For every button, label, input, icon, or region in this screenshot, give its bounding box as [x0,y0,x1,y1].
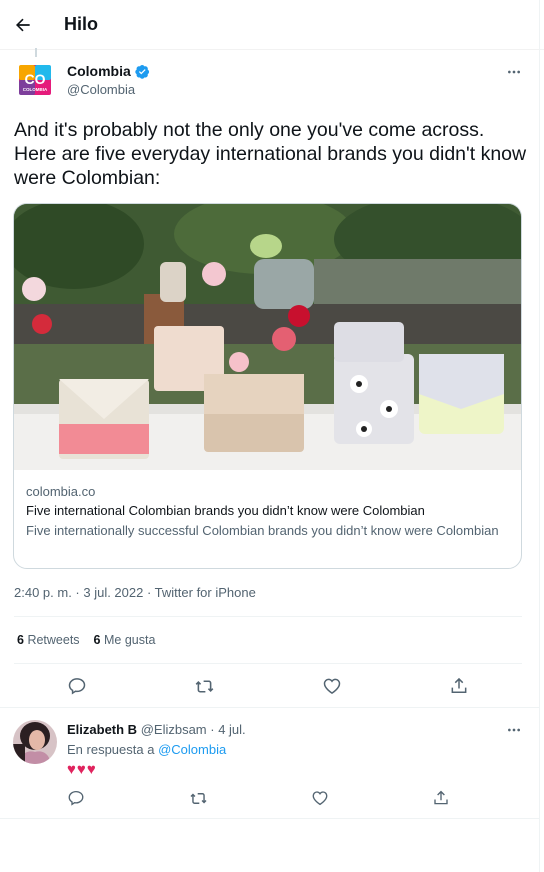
tweet-stats: 6 Retweets 6 Me gusta [17,633,155,647]
page-title: Hilo [64,14,98,34]
in-reply-to-link[interactable]: @Colombia [158,742,226,757]
reply-icon [68,790,84,806]
author-name[interactable]: Colombia [67,63,150,79]
thread-connector [35,48,37,57]
reply-author-name[interactable]: Elizabeth B [67,722,137,737]
verified-badge-icon [135,64,149,79]
avatar[interactable]: CO COLOMBIA [15,60,55,100]
reply-icon [68,678,86,695]
retweet-icon [195,679,213,693]
back-arrow-icon [16,18,30,32]
svg-text:COLOMBIA: COLOMBIA [23,87,48,92]
like-button[interactable] [320,674,344,698]
retweets-stat[interactable]: 6 Retweets [17,633,80,647]
tweet-more-button[interactable] [504,62,524,82]
divider [0,707,540,708]
share-icon [434,790,448,805]
more-icon [508,728,520,732]
reply-more-button[interactable] [504,720,524,740]
card-title: Five international Colombian brands you … [26,503,425,518]
share-button[interactable] [447,674,471,698]
card-image [14,204,521,470]
link-card[interactable]: colombia.co Five international Colombian… [13,203,522,569]
reply-retweet-button[interactable] [186,786,210,810]
column-border [539,0,540,872]
likes-stat[interactable]: 6 Me gusta [94,633,156,647]
thread-header: Hilo [0,0,544,50]
more-icon [508,70,520,74]
share-icon [451,677,467,693]
tweet-timestamp[interactable]: 2:40 p. m. · 3 jul. 2022 · Twitter for i… [14,585,256,600]
card-domain: colombia.co [26,484,96,499]
reply-text: ♥♥♥ [67,761,97,778]
like-icon [323,678,341,694]
retweet-icon [189,792,207,804]
reply-like-button[interactable] [308,786,332,810]
reply-reply-button[interactable] [64,786,88,810]
reply-author-handle[interactable]: @Elizbsam [141,722,207,737]
reply-button[interactable] [65,674,89,698]
author-handle[interactable]: @Colombia [67,82,135,97]
reply-header: Elizabeth B @Elizbsam · 4 jul. [67,722,246,737]
retweet-button[interactable] [192,674,216,698]
divider [14,663,522,664]
back-button[interactable] [10,12,36,38]
avatar-image [13,720,57,764]
tweet-text: And it's probably not the only one you'v… [14,119,527,189]
reply-date[interactable]: · 4 jul. [210,722,245,737]
card-description: Five internationally successful Colombia… [26,523,499,538]
colombia-logo-icon: CO COLOMBIA [19,65,51,95]
divider [0,818,540,819]
in-reply-to: En respuesta a @Colombia [67,742,227,757]
divider [14,616,522,617]
reply-share-button[interactable] [429,786,453,810]
like-icon [312,791,328,806]
reply-avatar[interactable] [13,720,57,764]
svg-text:CO: CO [25,71,46,87]
